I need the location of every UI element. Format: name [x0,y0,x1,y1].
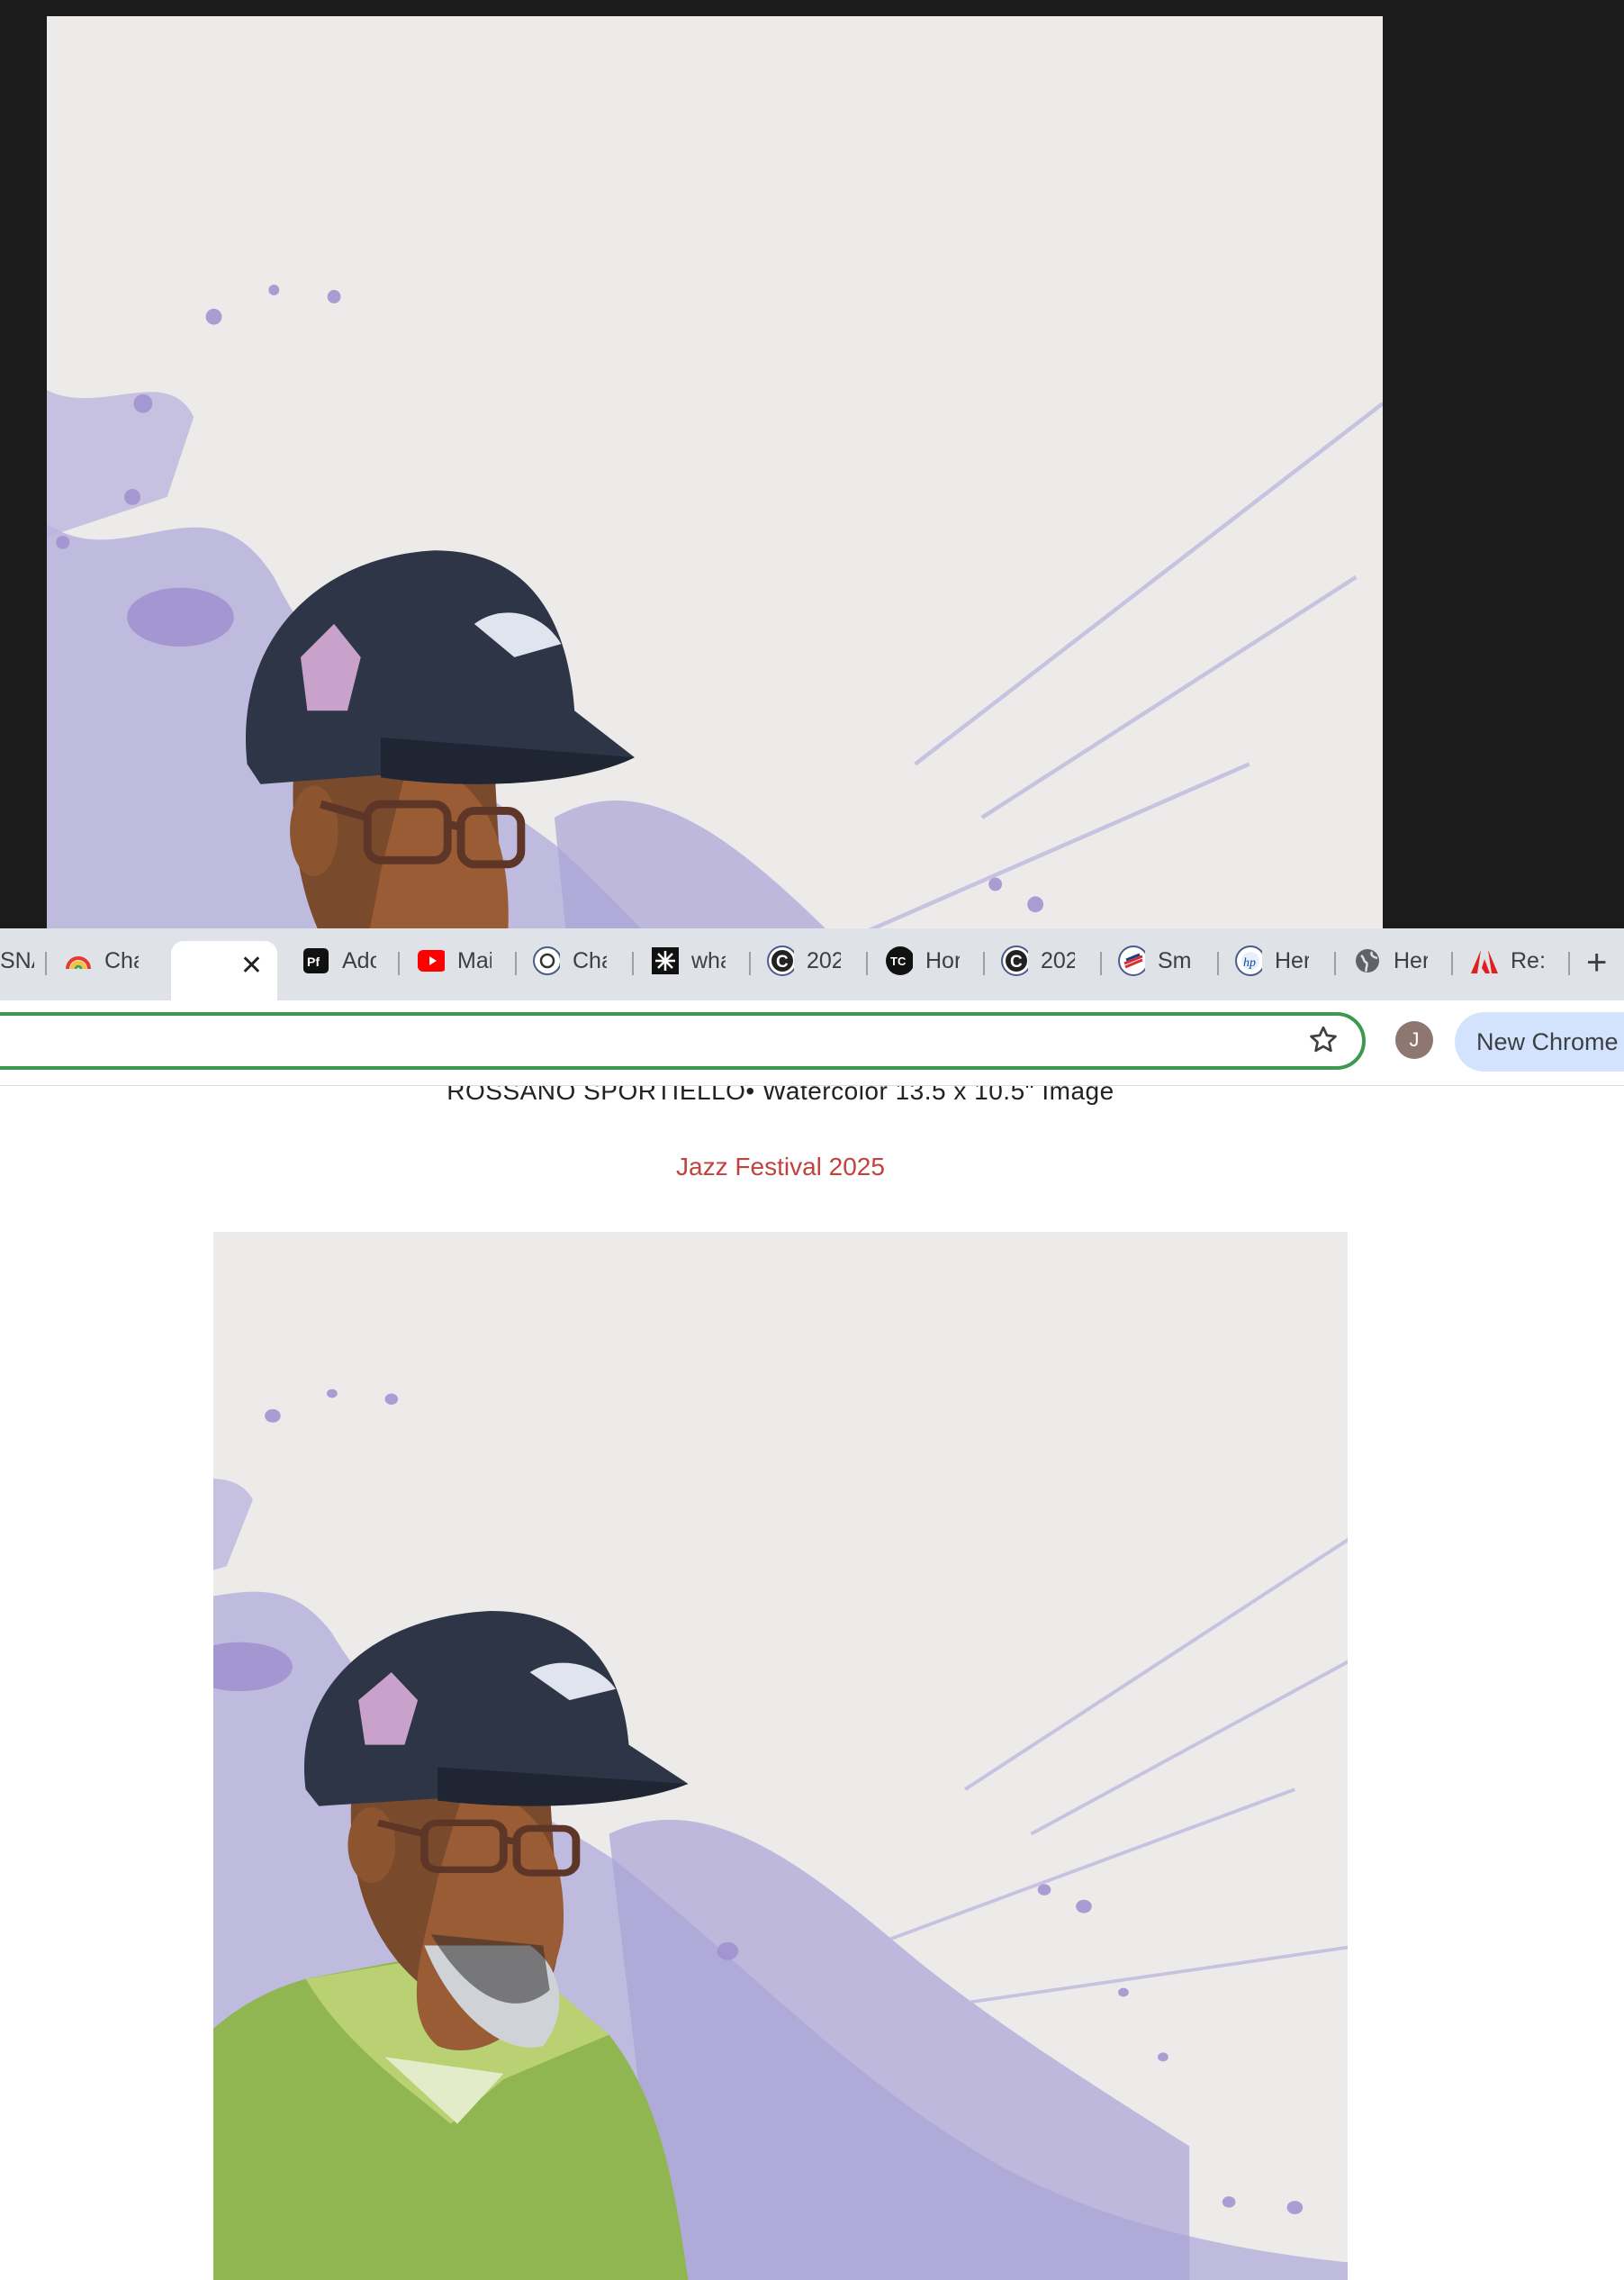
spark-icon [652,947,679,974]
tab[interactable]: Pf Ado [302,941,376,981]
pf-icon: Pf [302,947,329,974]
tab-separator [1334,952,1336,975]
hp-icon: hp [1235,945,1262,976]
address-bar[interactable] [0,1012,1366,1070]
tab[interactable]: Sm [1118,941,1192,981]
painting-image-preview[interactable] [47,16,1383,928]
tab-label: wha [691,947,726,973]
tab-separator [983,952,985,975]
close-icon[interactable]: ✕ [240,950,263,982]
tab-label: 202 [807,947,841,973]
profile-avatar[interactable]: J [1395,1021,1433,1059]
tab-separator [632,952,634,975]
tab-label: Her [1394,947,1428,973]
image-viewer [0,0,1624,928]
adobe-icon [1471,947,1498,974]
tab[interactable]: hp Her [1235,941,1309,981]
tab[interactable]: Re: [1471,941,1545,981]
bank-flag-icon [1118,945,1145,976]
tab-separator [1100,952,1102,975]
web-page-content: ROSSANO SPORTIELLO• Watercolor 13.5 x 10… [0,1086,1624,2280]
tab-separator [866,952,868,975]
svg-text:C: C [776,953,789,972]
new-tab-button[interactable]: + [1586,945,1607,981]
tab-separator [1568,952,1570,975]
tab-label: Sm [1158,947,1192,973]
tab-separator [45,952,47,975]
svg-text:C: C [1010,953,1023,972]
artwork-caption: ROSSANO SPORTIELLO• Watercolor 13.5 x 10… [447,1086,1114,1105]
tab-label: Cha [573,947,607,973]
tab-label: Ado [342,947,376,973]
openai-icon [533,946,560,975]
tab[interactable]: Cha [65,941,139,981]
svg-text:hp: hp [1243,956,1256,970]
tab-separator [1451,952,1453,975]
tab-label: Hor [925,947,960,973]
tab-separator [398,952,400,975]
bookmark-star-icon[interactable] [1307,1024,1340,1061]
tab[interactable]: C 202 [767,941,841,981]
tab-label: Her [1275,947,1309,973]
tab[interactable]: SNA [0,941,34,981]
tab[interactable]: Cha [533,941,607,981]
globe-icon [1354,947,1381,974]
tab[interactable]: Mai [418,941,492,981]
svg-text:TC: TC [890,955,907,968]
browser-toolbar [0,1000,1624,1086]
tab-label: SNA [0,947,34,973]
painting-image[interactable] [213,1232,1348,2280]
tab[interactable]: TC Hor [886,941,960,981]
youtube-icon [418,947,445,974]
tab[interactable]: wha [652,941,726,981]
rainbow-icon [65,947,92,974]
new-chrome-button[interactable]: New Chrome [1455,1012,1624,1072]
tab-label: Cha [104,947,139,973]
c-circle-icon: C [1001,945,1028,976]
tab-label: Mai [457,947,492,973]
tc-icon: TC [886,946,913,975]
tab[interactable]: C 202 [1001,941,1075,981]
browser-tab-strip: SNA Cha ✕ Pf Ado Mai Cha wha [0,928,1624,1000]
tab-label: 202 [1041,947,1075,973]
active-tab[interactable]: ✕ [171,941,277,1000]
tab[interactable]: Her [1354,941,1428,981]
tab-separator [749,952,751,975]
event-title-link[interactable]: Jazz Festival 2025 [0,1153,1561,1181]
tab-separator [515,952,517,975]
svg-text:Pf: Pf [307,955,320,969]
c-circle-icon: C [767,945,794,976]
tab-label: Re: [1511,947,1545,973]
tab-separator [1217,952,1219,975]
